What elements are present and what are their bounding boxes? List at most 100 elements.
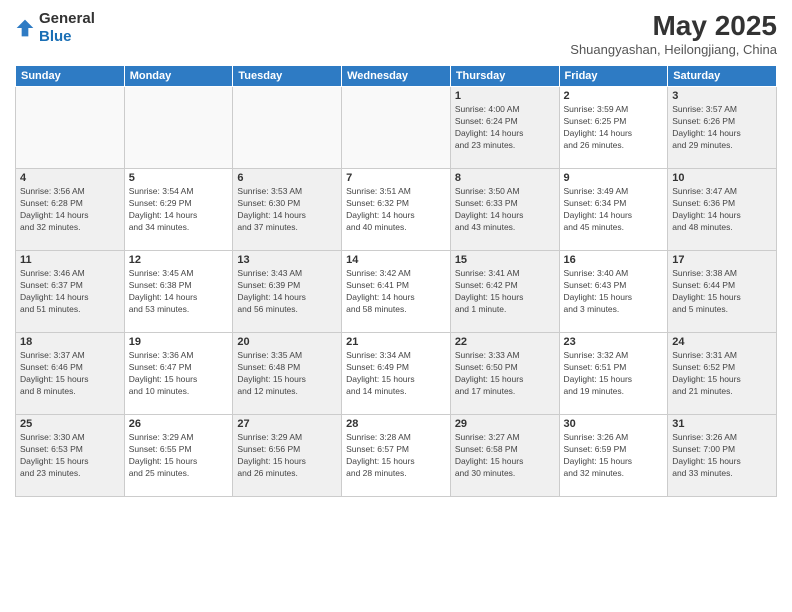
calendar-cell: 8 Sunrise: 3:50 AMSunset: 6:33 PMDaylight… — [450, 169, 559, 251]
week-row-4: 18 Sunrise: 3:37 AMSunset: 6:46 PMDayligh… — [16, 333, 777, 415]
header: General Blue May 2025 Shuangyashan, Heil… — [15, 10, 777, 57]
calendar-cell: 17 Sunrise: 3:38 AMSunset: 6:44 PMDayligh… — [668, 251, 777, 333]
day-number: 13 — [237, 254, 337, 266]
day-info: Sunrise: 3:46 AMSunset: 6:37 PMDaylight:… — [20, 268, 120, 316]
calendar-cell — [124, 87, 233, 169]
day-info: Sunrise: 3:34 AMSunset: 6:49 PMDaylight:… — [346, 350, 446, 398]
day-info: Sunrise: 3:43 AMSunset: 6:39 PMDaylight:… — [237, 268, 337, 316]
title-block: May 2025 Shuangyashan, Heilongjiang, Chi… — [570, 10, 777, 57]
day-number: 11 — [20, 254, 120, 266]
day-header-monday: Monday — [124, 66, 233, 87]
calendar-cell: 23 Sunrise: 3:32 AMSunset: 6:51 PMDayligh… — [559, 333, 668, 415]
week-row-2: 4Sunrise: 3:56 AMSunset: 6:28 PMDaylight… — [16, 169, 777, 251]
day-number: 25 — [20, 418, 120, 430]
logo-blue: Blue — [39, 28, 72, 45]
calendar-cell: 30Sunrise: 3:26 AMSunset: 6:59 PMDayligh… — [559, 415, 668, 497]
day-info: Sunrise: 3:27 AMSunset: 6:58 PMDaylight:… — [455, 432, 555, 480]
day-header-friday: Friday — [559, 66, 668, 87]
calendar-header-row: SundayMondayTuesdayWednesdayThursdayFrid… — [16, 66, 777, 87]
day-number: 23 — [564, 336, 664, 348]
week-row-5: 25 Sunrise: 3:30 AMSunset: 6:53 PMDayligh… — [16, 415, 777, 497]
day-number: 3 — [672, 90, 772, 102]
day-number: 8 — [455, 172, 555, 184]
location-title: Shuangyashan, Heilongjiang, China — [570, 42, 777, 57]
day-info: Sunrise: 3:28 AMSunset: 6:57 PMDaylight:… — [346, 432, 446, 480]
calendar-cell: 4Sunrise: 3:56 AMSunset: 6:28 PMDaylight… — [16, 169, 125, 251]
calendar-cell: 27 Sunrise: 3:29 AMSunset: 6:56 PMDayligh… — [233, 415, 342, 497]
day-number: 15 — [455, 254, 555, 266]
day-info: Sunrise: 3:38 AMSunset: 6:44 PMDaylight:… — [672, 268, 772, 316]
calendar-cell: 12 Sunrise: 3:45 AMSunset: 6:38 PMDayligh… — [124, 251, 233, 333]
calendar-table: SundayMondayTuesdayWednesdayThursdayFrid… — [15, 65, 777, 497]
day-header-tuesday: Tuesday — [233, 66, 342, 87]
calendar-cell: 10Sunrise: 3:47 AMSunset: 6:36 PMDayligh… — [668, 169, 777, 251]
calendar-cell: 21 Sunrise: 3:34 AMSunset: 6:49 PMDayligh… — [342, 333, 451, 415]
day-info: Sunrise: 4:00 AMSunset: 6:24 PMDaylight:… — [455, 104, 555, 152]
day-info: Sunrise: 3:29 AMSunset: 6:56 PMDaylight:… — [237, 432, 337, 480]
day-header-saturday: Saturday — [668, 66, 777, 87]
calendar-cell: 14Sunrise: 3:42 AMSunset: 6:41 PMDayligh… — [342, 251, 451, 333]
day-info: Sunrise: 3:45 AMSunset: 6:38 PMDaylight:… — [129, 268, 229, 316]
day-info: Sunrise: 3:30 AMSunset: 6:53 PMDaylight:… — [20, 432, 120, 480]
day-info: Sunrise: 3:40 AMSunset: 6:43 PMDaylight:… — [564, 268, 664, 316]
calendar-cell: 20Sunrise: 3:35 AMSunset: 6:48 PMDayligh… — [233, 333, 342, 415]
logo-icon — [15, 18, 35, 38]
calendar-cell — [233, 87, 342, 169]
calendar-cell: 3 Sunrise: 3:57 AMSunset: 6:26 PMDaylight… — [668, 87, 777, 169]
day-info: Sunrise: 3:50 AMSunset: 6:33 PMDaylight:… — [455, 186, 555, 234]
day-info: Sunrise: 3:56 AMSunset: 6:28 PMDaylight:… — [20, 186, 120, 234]
month-title: May 2025 — [570, 10, 777, 42]
day-number: 22 — [455, 336, 555, 348]
day-info: Sunrise: 3:37 AMSunset: 6:46 PMDaylight:… — [20, 350, 120, 398]
day-info: Sunrise: 3:29 AMSunset: 6:55 PMDaylight:… — [129, 432, 229, 480]
day-info: Sunrise: 3:36 AMSunset: 6:47 PMDaylight:… — [129, 350, 229, 398]
day-info: Sunrise: 3:26 AMSunset: 7:00 PMDaylight:… — [672, 432, 772, 480]
day-info: Sunrise: 3:35 AMSunset: 6:48 PMDaylight:… — [237, 350, 337, 398]
calendar-cell — [342, 87, 451, 169]
calendar-cell: 26 Sunrise: 3:29 AMSunset: 6:55 PMDayligh… — [124, 415, 233, 497]
day-info: Sunrise: 3:31 AMSunset: 6:52 PMDaylight:… — [672, 350, 772, 398]
day-info: Sunrise: 3:32 AMSunset: 6:51 PMDaylight:… — [564, 350, 664, 398]
day-info: Sunrise: 3:51 AMSunset: 6:32 PMDaylight:… — [346, 186, 446, 234]
day-number: 17 — [672, 254, 772, 266]
calendar-cell: 5 Sunrise: 3:54 AMSunset: 6:29 PMDaylight… — [124, 169, 233, 251]
calendar-cell: 18 Sunrise: 3:37 AMSunset: 6:46 PMDayligh… — [16, 333, 125, 415]
calendar-cell: 24Sunrise: 3:31 AMSunset: 6:52 PMDayligh… — [668, 333, 777, 415]
day-header-sunday: Sunday — [16, 66, 125, 87]
calendar-cell: 6 Sunrise: 3:53 AMSunset: 6:30 PMDaylight… — [233, 169, 342, 251]
day-header-wednesday: Wednesday — [342, 66, 451, 87]
logo-general: General — [39, 10, 95, 27]
day-info: Sunrise: 3:53 AMSunset: 6:30 PMDaylight:… — [237, 186, 337, 234]
day-header-thursday: Thursday — [450, 66, 559, 87]
day-number: 29 — [455, 418, 555, 430]
day-number: 18 — [20, 336, 120, 348]
day-number: 26 — [129, 418, 229, 430]
day-number: 12 — [129, 254, 229, 266]
day-number: 21 — [346, 336, 446, 348]
calendar-cell: 16 Sunrise: 3:40 AMSunset: 6:43 PMDayligh… — [559, 251, 668, 333]
calendar-cell: 31Sunrise: 3:26 AMSunset: 7:00 PMDayligh… — [668, 415, 777, 497]
calendar-cell: 9Sunrise: 3:49 AMSunset: 6:34 PMDaylight… — [559, 169, 668, 251]
calendar-cell: 11 Sunrise: 3:46 AMSunset: 6:37 PMDayligh… — [16, 251, 125, 333]
calendar-cell: 29 Sunrise: 3:27 AMSunset: 6:58 PMDayligh… — [450, 415, 559, 497]
day-number: 30 — [564, 418, 664, 430]
calendar-cell: 28Sunrise: 3:28 AMSunset: 6:57 PMDayligh… — [342, 415, 451, 497]
logo-text: General Blue — [39, 10, 95, 46]
day-number: 27 — [237, 418, 337, 430]
day-info: Sunrise: 3:59 AMSunset: 6:25 PMDaylight:… — [564, 104, 664, 152]
day-number: 16 — [564, 254, 664, 266]
calendar-cell: 2Sunrise: 3:59 AMSunset: 6:25 PMDaylight… — [559, 87, 668, 169]
day-info: Sunrise: 3:33 AMSunset: 6:50 PMDaylight:… — [455, 350, 555, 398]
day-info: Sunrise: 3:57 AMSunset: 6:26 PMDaylight:… — [672, 104, 772, 152]
day-number: 5 — [129, 172, 229, 184]
day-number: 7 — [346, 172, 446, 184]
week-row-3: 11 Sunrise: 3:46 AMSunset: 6:37 PMDayligh… — [16, 251, 777, 333]
day-info: Sunrise: 3:49 AMSunset: 6:34 PMDaylight:… — [564, 186, 664, 234]
calendar-cell: 15Sunrise: 3:41 AMSunset: 6:42 PMDayligh… — [450, 251, 559, 333]
day-number: 10 — [672, 172, 772, 184]
logo: General Blue — [15, 10, 95, 46]
day-number: 6 — [237, 172, 337, 184]
day-number: 14 — [346, 254, 446, 266]
day-info: Sunrise: 3:54 AMSunset: 6:29 PMDaylight:… — [129, 186, 229, 234]
page: General Blue May 2025 Shuangyashan, Heil… — [0, 0, 792, 612]
